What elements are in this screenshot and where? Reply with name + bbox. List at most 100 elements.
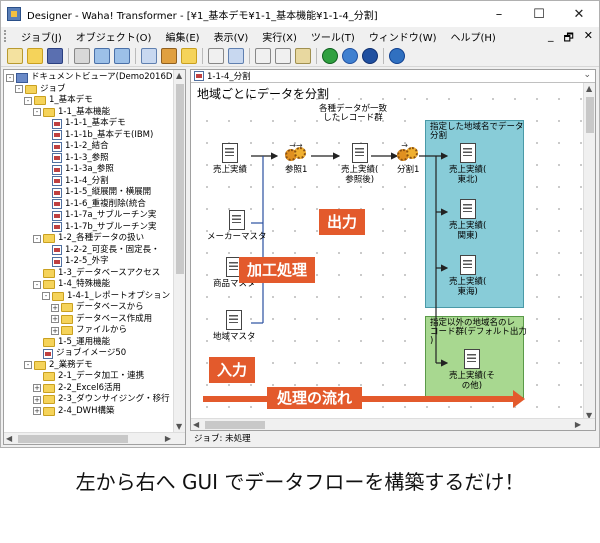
grid-icon[interactable]	[228, 47, 244, 64]
tree-item[interactable]: 1-1-1_基本デモ	[42, 118, 126, 129]
collapse-icon[interactable]: -	[42, 292, 50, 300]
node-lookup[interactable]: →→ 参照1	[285, 141, 307, 175]
close-button[interactable]: ✕	[559, 1, 599, 27]
expand-icon[interactable]: +	[33, 395, 41, 404]
copy-icon[interactable]	[275, 47, 291, 64]
new-icon[interactable]	[7, 47, 23, 64]
node-uriage[interactable]: 売上実績	[213, 143, 247, 175]
tree-item[interactable]: + データベース作成用	[51, 314, 152, 325]
expand-icon[interactable]: +	[51, 315, 59, 323]
node-uriage-kanto[interactable]: 売上実績( 関東)	[449, 199, 486, 241]
scroll-left-icon[interactable]: ◀	[6, 434, 12, 443]
editor-vertical-scrollbar[interactable]: ▲ ▼	[583, 83, 595, 421]
tree-hscroll-thumb[interactable]	[18, 435, 128, 443]
properties-icon[interactable]	[114, 47, 130, 64]
save-icon[interactable]	[47, 47, 63, 64]
tree-item[interactable]: 1-2-5_外字	[42, 256, 109, 267]
minimize-button[interactable]: –	[479, 1, 519, 27]
help-icon[interactable]	[389, 47, 405, 64]
menu-run[interactable]: 実行(X)	[255, 29, 304, 44]
scroll-down-icon[interactable]: ▼	[176, 422, 182, 431]
menu-edit[interactable]: 編集(E)	[158, 29, 206, 44]
menu-object[interactable]: オブジェクト(O)	[69, 29, 159, 44]
menu-window[interactable]: ウィンドウ(W)	[362, 29, 444, 44]
node-split[interactable]: → 分割1	[397, 141, 419, 175]
preview-icon[interactable]	[94, 47, 110, 64]
collapse-icon[interactable]: -	[33, 108, 41, 116]
tree-item[interactable]: +2-4_DWH構築	[33, 406, 114, 417]
open-folder-icon[interactable]	[27, 47, 43, 64]
tree-item[interactable]: 1-1-3_参照	[42, 153, 109, 164]
tree-item[interactable]: - ドキュメントビューア(Demo2016DBA)	[6, 72, 185, 83]
collapse-icon[interactable]: -	[6, 73, 14, 82]
tree-item[interactable]: - 1-2_各種データの扱い	[33, 233, 144, 244]
menu-job[interactable]: ジョブ(J)	[14, 29, 69, 44]
menu-help[interactable]: ヘルプ(H)	[444, 29, 503, 44]
step-icon[interactable]	[362, 47, 378, 64]
folder-icon[interactable]	[181, 47, 197, 64]
tree-item[interactable]: 1-1-5_縦展開・横展開	[42, 187, 151, 198]
tree-scroll-thumb[interactable]	[176, 84, 184, 274]
tree-item[interactable]: 1-1-2_結合	[42, 141, 109, 152]
tree-item[interactable]: - 1-4-1_レポートオプション	[42, 291, 170, 302]
node-uriage-after-lookup[interactable]: 売上実績( 参照後)	[341, 143, 378, 185]
expand-icon[interactable]: +	[33, 407, 41, 415]
node-region-master[interactable]: 地域マスタ	[213, 310, 256, 342]
editor-scroll-thumb[interactable]	[586, 97, 594, 133]
tree-item[interactable]: 1-5_運用機能	[33, 337, 110, 348]
editor-tab[interactable]: 1-1-4_分割 ⌄	[191, 70, 595, 83]
node-uriage-tohoku[interactable]: 売上実績( 東北)	[449, 143, 486, 185]
window-icon[interactable]	[141, 47, 157, 64]
chevron-down-icon[interactable]: ⌄	[583, 70, 591, 80]
tree-item[interactable]: + データベースから	[51, 302, 144, 313]
scroll-left-icon[interactable]: ◀	[193, 420, 199, 429]
scroll-up-icon[interactable]: ▲	[586, 84, 592, 93]
tree-item[interactable]: - 1-1_基本機能	[33, 107, 110, 118]
scroll-up-icon[interactable]: ▲	[176, 71, 182, 80]
tree-item[interactable]: 1-1-1b_基本デモ(IBM)	[42, 130, 153, 141]
collapse-icon[interactable]: -	[15, 85, 23, 93]
refresh-icon[interactable]	[342, 47, 358, 64]
collapse-icon[interactable]: -	[24, 96, 32, 105]
collapse-icon[interactable]: -	[33, 280, 41, 289]
editor-horizontal-scrollbar[interactable]: ◀ ▶	[191, 418, 595, 430]
print-icon[interactable]	[74, 47, 90, 64]
tree-item[interactable]: - 2_業務デモ	[24, 360, 93, 371]
tree-vertical-scrollbar[interactable]: ▲ ▼	[173, 70, 185, 432]
menu-tools[interactable]: ツール(T)	[304, 29, 362, 44]
tree-item[interactable]: 2-1_データ加工・連携	[33, 371, 144, 382]
tree-item[interactable]: +2-3_ダウンサイジング・移行	[33, 394, 170, 405]
tree-item[interactable]: 1-1-7b_サブルーチン実	[42, 222, 157, 233]
cut-icon[interactable]	[255, 47, 271, 64]
scroll-right-icon[interactable]: ▶	[165, 434, 171, 443]
menu-view[interactable]: 表示(V)	[207, 29, 256, 44]
tree-item[interactable]: +2-2_Excel6活用	[33, 383, 121, 394]
gear-icon[interactable]	[161, 47, 177, 64]
tree-item[interactable]: 1-2-2_可変長・固定長・	[42, 245, 160, 256]
tree-item[interactable]: ジョブイメージ50	[33, 348, 126, 359]
scroll-right-icon[interactable]: ▶	[575, 420, 581, 429]
maximize-button[interactable]: ☐	[519, 1, 559, 27]
tree-item[interactable]: 1-1-4_分割	[42, 176, 109, 187]
tree-item[interactable]: + ファイルから	[51, 325, 127, 336]
run-icon[interactable]	[322, 47, 338, 64]
flow-canvas[interactable]: 地域ごとにデータを分割 指定した地域名でデータ 分割 指定以外の地域名のレ コー…	[191, 83, 583, 421]
tree-item[interactable]: - 1_基本デモ	[24, 95, 93, 106]
tree-item[interactable]: 1-3_データベースアクセス	[33, 268, 160, 279]
node-uriage-other[interactable]: 売上実績(そ の他)	[449, 349, 495, 391]
node-uriage-tokai[interactable]: 売上実績( 東海)	[449, 255, 486, 297]
tree-item[interactable]: 1-1-3a_参照	[42, 164, 114, 175]
tree-item[interactable]: 1-1-7a_サブルーチン実	[42, 210, 156, 221]
editor-hscroll-thumb[interactable]	[205, 421, 265, 429]
tree-item[interactable]: 1-1-6_重複削除(統合	[42, 199, 146, 210]
tree-horizontal-scrollbar[interactable]: ◀ ▶	[4, 432, 185, 444]
expand-icon[interactable]: +	[51, 303, 59, 312]
collapse-icon[interactable]: -	[24, 361, 32, 369]
tree-item[interactable]: - 1-4_特殊機能	[33, 279, 110, 290]
collapse-icon[interactable]: -	[33, 234, 41, 243]
node-maker-master[interactable]: メーカーマスタ	[207, 210, 267, 242]
expand-icon[interactable]: +	[51, 326, 59, 335]
expand-icon[interactable]: +	[33, 384, 41, 392]
paste-icon[interactable]	[295, 47, 311, 64]
document-tree[interactable]: - ドキュメントビューア(Demo2016DBA) - ジョブ -1_基本デモ -1-1_…	[3, 69, 186, 445]
